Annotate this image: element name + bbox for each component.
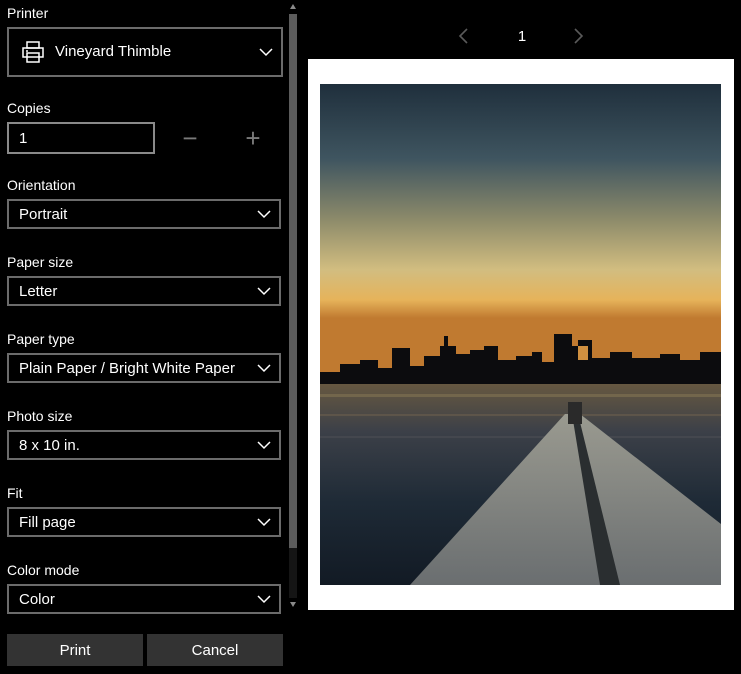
action-bar: Print Cancel (0, 618, 300, 674)
paper-size-select[interactable]: Letter (7, 276, 281, 306)
page-number: 1 (517, 28, 527, 45)
printer-select[interactable]: Vineyard Thimble (7, 27, 283, 77)
print-button[interactable]: Print (7, 634, 143, 666)
paper-type-label: Paper type (7, 331, 75, 347)
print-preview: 1 (300, 0, 741, 674)
chevron-down-icon (257, 210, 271, 219)
printer-icon (22, 41, 44, 63)
fit-label: Fit (7, 485, 23, 501)
print-dialog: Printer Vineyard Thimble Copies − + Orie… (0, 0, 741, 674)
copies-increment-button[interactable]: + (239, 124, 267, 152)
settings-scrollbar[interactable] (287, 0, 299, 612)
copies-input[interactable] (7, 122, 155, 154)
chevron-down-icon (257, 441, 271, 450)
paper-type-value: Plain Paper / Bright White Paper (19, 360, 235, 377)
settings-pane: Printer Vineyard Thimble Copies − + Orie… (0, 0, 286, 618)
copies-decrement-button[interactable]: − (176, 124, 204, 152)
chevron-down-icon (257, 364, 271, 373)
scroll-down-icon[interactable] (289, 600, 297, 608)
copies-label: Copies (7, 100, 51, 116)
color-mode-label: Color mode (7, 562, 80, 578)
orientation-value: Portrait (19, 206, 68, 223)
photo-size-value: 8 x 10 in. (19, 437, 80, 454)
cancel-button[interactable]: Cancel (147, 634, 283, 666)
preview-photo (320, 84, 721, 585)
orientation-label: Orientation (7, 177, 76, 193)
page-navigation: 1 (300, 20, 741, 52)
chevron-down-icon (257, 287, 271, 296)
paper-type-select[interactable]: Plain Paper / Bright White Paper (7, 353, 281, 383)
fit-value: Fill page (19, 514, 76, 531)
scroll-thumb[interactable] (289, 14, 297, 548)
photo-size-label: Photo size (7, 408, 73, 424)
chevron-down-icon (257, 518, 271, 527)
printer-label: Printer (7, 5, 49, 21)
chevron-down-icon (257, 595, 271, 604)
chevron-down-icon (259, 48, 273, 57)
scroll-up-icon[interactable] (289, 3, 297, 11)
color-mode-select[interactable]: Color (7, 584, 281, 614)
fit-select[interactable]: Fill page (7, 507, 281, 537)
paper-size-label: Paper size (7, 254, 74, 270)
chevron-right-icon[interactable] (570, 26, 586, 46)
printer-value: Vineyard Thimble (55, 43, 172, 60)
orientation-select[interactable]: Portrait (7, 199, 281, 229)
preview-page (308, 59, 734, 610)
color-mode-value: Color (19, 591, 55, 608)
photo-size-select[interactable]: 8 x 10 in. (7, 430, 281, 460)
sunset-kayak-photo (320, 84, 721, 585)
chevron-left-icon[interactable] (456, 26, 472, 46)
paper-size-value: Letter (19, 283, 58, 300)
